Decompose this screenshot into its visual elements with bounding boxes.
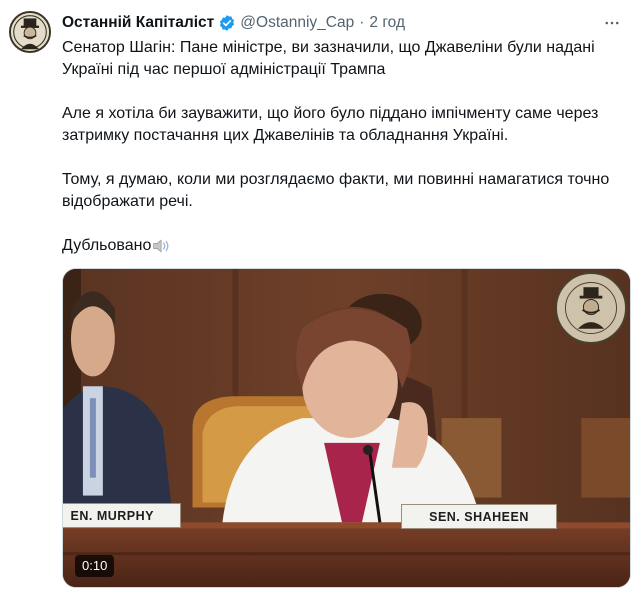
caricature-avatar-icon — [11, 13, 49, 51]
tweet-header: Останній Капіталіст @Ostanniy_Cap · 2 го… — [62, 12, 623, 34]
ostanniy-kapitalist-badge-icon — [555, 272, 627, 344]
video-duration: 0:10 — [75, 555, 115, 577]
nameplate-murphy: EN. MURPHY — [63, 503, 181, 528]
more-options-button[interactable] — [601, 12, 623, 34]
verified-badge-icon — [218, 14, 236, 32]
tweet-paragraph: Сенатор Шагін: Пане міністре, ви зазначи… — [62, 39, 595, 78]
more-dots-icon — [605, 21, 619, 25]
video-frame — [63, 269, 630, 587]
dub-line: Дубльовано — [62, 235, 632, 257]
nameplate-shaheen: SEN. SHAHEEN — [401, 504, 557, 529]
tweet-timestamp[interactable]: 2 год — [369, 14, 405, 32]
tweet-paragraph: Тому, я думаю, коли ми розглядаємо факти… — [62, 171, 610, 210]
dub-label: Дубльовано — [62, 237, 152, 254]
video-player[interactable]: EN. MURPHY SEN. SHAHEEN 0:10 — [62, 268, 631, 588]
author-avatar[interactable] — [9, 11, 51, 53]
author-display-name[interactable]: Останній Капіталіст — [62, 14, 214, 32]
header-separator: · — [359, 14, 365, 31]
author-handle[interactable]: @Ostanniy_Cap — [240, 14, 354, 32]
tweet[interactable]: Останній Капіталіст @Ostanniy_Cap · 2 го… — [0, 0, 643, 598]
speaker-icon — [152, 237, 172, 255]
tweet-text: Сенатор Шагін: Пане міністре, ви зазначи… — [62, 37, 632, 257]
tweet-paragraph: Але я хотіла би зауважити, що його було … — [62, 105, 599, 144]
